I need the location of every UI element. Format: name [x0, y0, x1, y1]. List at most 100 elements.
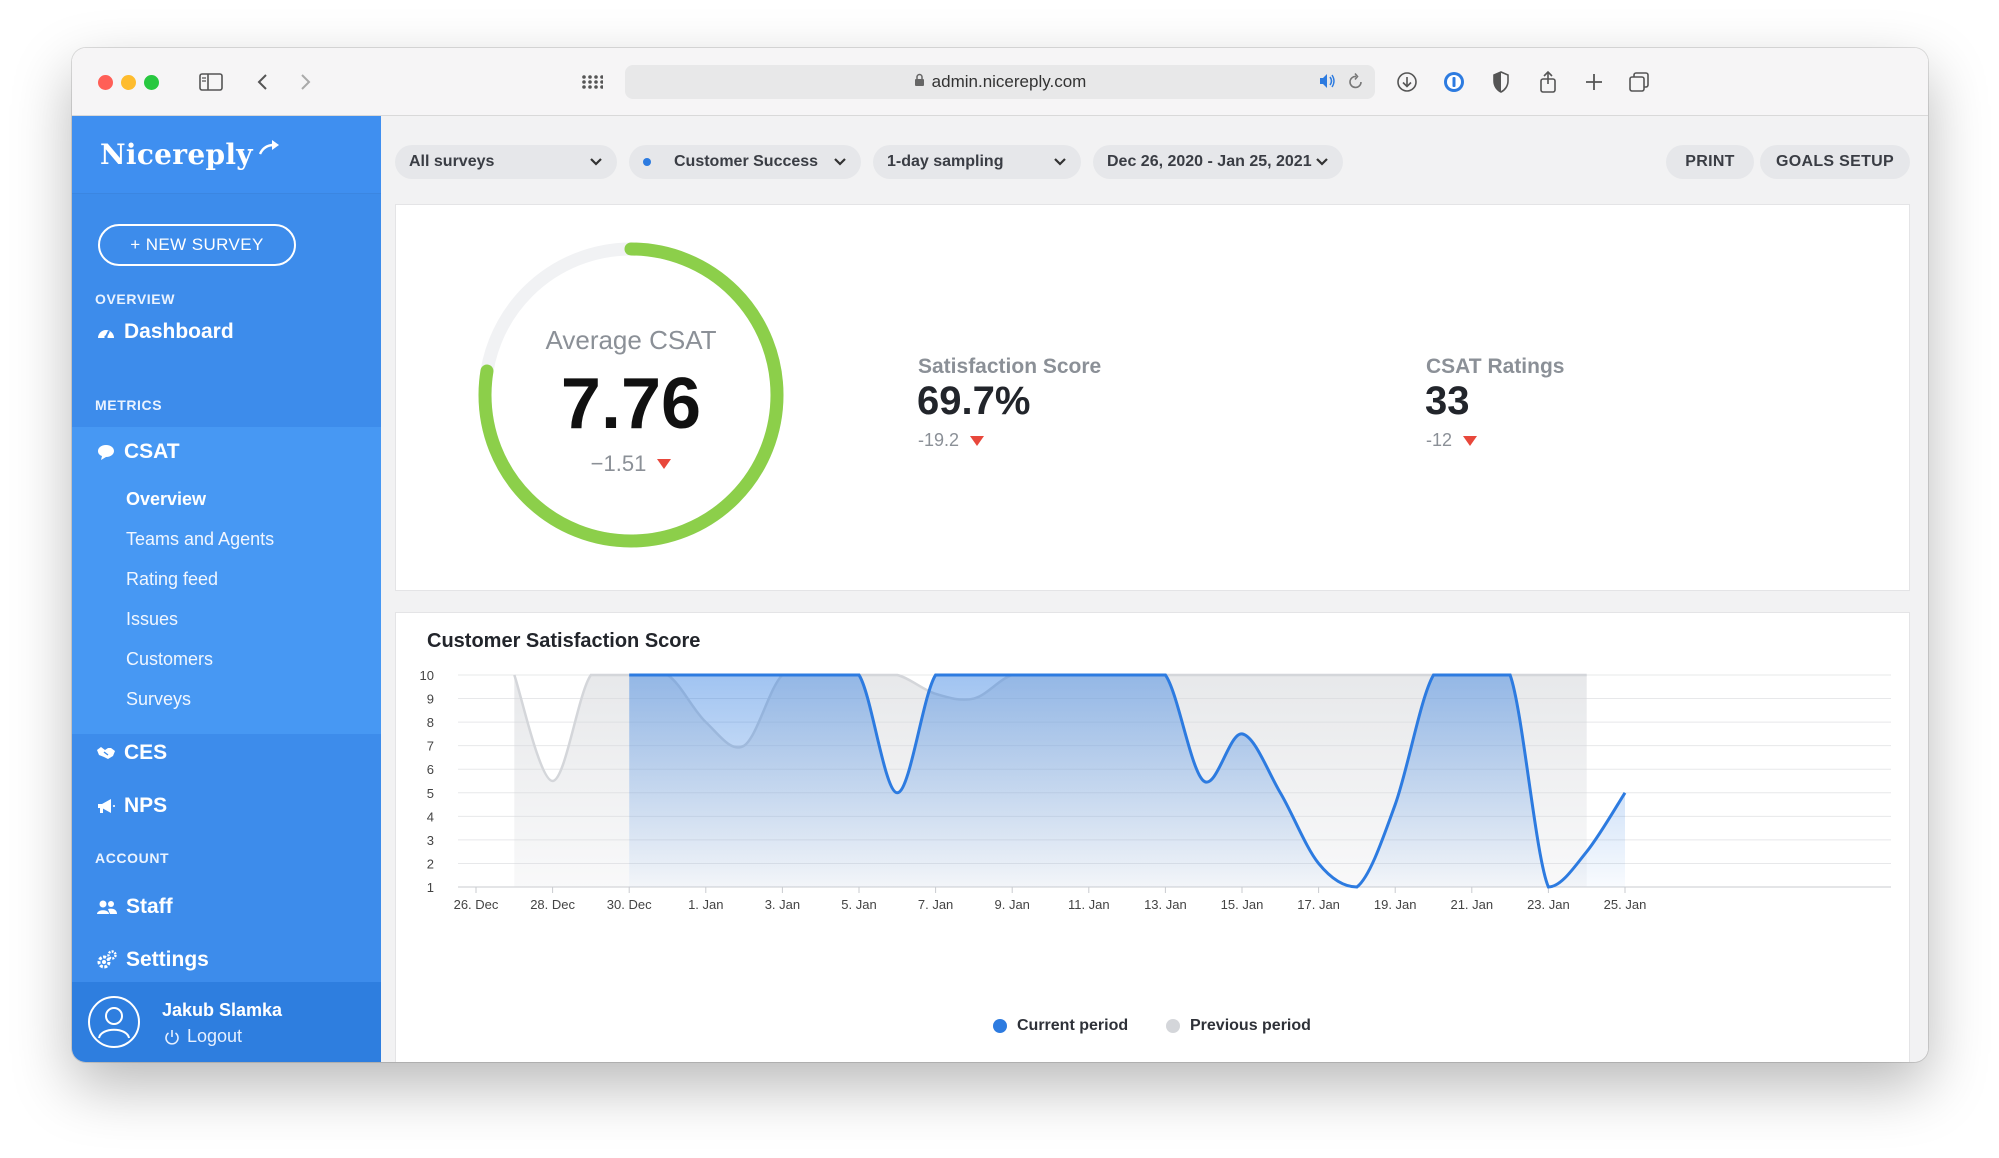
- power-icon: [165, 1029, 179, 1045]
- nav-csat-rating-feed[interactable]: Rating feed: [126, 569, 218, 590]
- y-tick-label: 2: [427, 856, 434, 871]
- speedometer-icon: [98, 330, 114, 339]
- nav-settings[interactable]: Settings: [96, 948, 209, 972]
- csat-ratings-delta: -12: [1426, 430, 1478, 451]
- legend-previous-label: Previous period: [1190, 1017, 1311, 1034]
- address-bar[interactable]: admin.nicereply.com: [625, 65, 1375, 99]
- sidebar: Nicereply + NEW SURVEY OVERVIEW Dashboar…: [72, 116, 381, 1062]
- nav-csat-overview[interactable]: Overview: [126, 489, 206, 510]
- nav-ces[interactable]: CES: [96, 741, 167, 765]
- browser-toolbar: admin.nicereply.com: [72, 48, 1928, 116]
- nav-dashboard[interactable]: Dashboard: [96, 320, 234, 344]
- satisfaction-score-delta: -19.2: [918, 430, 985, 451]
- megaphone-icon: [98, 799, 115, 813]
- nav-csat-teams-agents[interactable]: Teams and Agents: [126, 529, 274, 550]
- speaker-icon[interactable]: [1317, 71, 1337, 96]
- chevron-down-icon: [1316, 158, 1328, 166]
- x-tick-label: 9. Jan: [994, 897, 1029, 912]
- nav-csat-surveys[interactable]: Surveys: [126, 689, 191, 710]
- y-tick-label: 8: [427, 715, 434, 730]
- zoom-window-button[interactable]: [144, 75, 159, 90]
- new-survey-button[interactable]: + NEW SURVEY: [98, 224, 296, 266]
- legend-previous-swatch: [1166, 1019, 1180, 1033]
- x-tick-label: 28. Dec: [530, 897, 575, 912]
- print-button[interactable]: PRINT: [1666, 145, 1754, 179]
- team-dropdown[interactable]: Customer Success: [629, 145, 861, 179]
- y-tick-label: 5: [427, 786, 434, 801]
- logout-link[interactable]: Logout: [164, 1026, 242, 1047]
- browser-window: admin.nicereply.com Nicereply + NEW SURV…: [72, 48, 1928, 1062]
- legend-current-swatch: [993, 1019, 1007, 1033]
- y-tick-label: 7: [427, 739, 434, 754]
- avg-csat-value: 7.76: [560, 364, 702, 444]
- csat-line-chart: 1 2 3 4 5 6 7 8 9 10 26. Dec 28. Dec 30. Dec 1. Jan 3…: [420, 668, 1891, 912]
- shield-icon[interactable]: [1487, 68, 1515, 96]
- goals-setup-button[interactable]: GOALS SETUP: [1760, 145, 1910, 179]
- x-tick-label: 7. Jan: [918, 897, 953, 912]
- y-tick-label: 6: [427, 762, 434, 777]
- current-period-area: [629, 675, 1625, 887]
- team-color-dot: [643, 158, 651, 166]
- back-icon[interactable]: [248, 68, 276, 96]
- grid-apps-icon[interactable]: [578, 68, 606, 96]
- sidebar-toggle-icon[interactable]: [197, 68, 225, 96]
- new-tab-icon[interactable]: [1580, 68, 1608, 96]
- nav-ces-label: CES: [124, 741, 168, 764]
- nav-nps-label: NPS: [124, 794, 168, 817]
- x-tick-label: 15. Jan: [1221, 897, 1264, 912]
- tab-overview-icon[interactable]: [1625, 68, 1653, 96]
- y-tick-label: 4: [427, 809, 434, 824]
- surveys-dropdown[interactable]: All surveys: [395, 145, 617, 179]
- x-tick-label: 13. Jan: [1144, 897, 1187, 912]
- legend-previous[interactable]: Previous period: [1166, 1017, 1311, 1035]
- nav-csat-issues[interactable]: Issues: [126, 609, 178, 630]
- section-overview: OVERVIEW: [95, 291, 176, 307]
- forward-icon[interactable]: [292, 68, 320, 96]
- date-range-dropdown[interactable]: Dec 26, 2020 - Jan 25, 2021: [1093, 145, 1343, 179]
- nav-csat[interactable]: CSAT: [96, 440, 180, 464]
- lock-icon: [914, 72, 925, 92]
- share-icon[interactable]: [1534, 68, 1562, 96]
- down-arrow-icon: [657, 459, 672, 469]
- y-tick-label: 10: [420, 668, 434, 683]
- nav-nps[interactable]: NPS: [96, 794, 167, 818]
- nav-csat-label: CSAT: [124, 440, 180, 463]
- section-account: ACCOUNT: [95, 850, 170, 866]
- x-tick-label: 23. Jan: [1527, 897, 1570, 912]
- users-icon: [97, 900, 117, 914]
- x-tick-label: 1. Jan: [688, 897, 723, 912]
- avatar[interactable]: [88, 996, 140, 1048]
- surveys-dropdown-value: All surveys: [409, 153, 495, 170]
- satisfaction-score-delta-value: -19.2: [918, 430, 960, 450]
- minimize-window-button[interactable]: [121, 75, 136, 90]
- avg-csat-delta: −1.51: [471, 451, 791, 477]
- reload-icon[interactable]: [1347, 71, 1365, 96]
- legend-current[interactable]: Current period: [993, 1017, 1128, 1035]
- download-icon[interactable]: [1393, 68, 1421, 96]
- sampling-dropdown-value: 1-day sampling: [887, 153, 1004, 170]
- x-tick-label: 3. Jan: [765, 897, 800, 912]
- close-window-button[interactable]: [98, 75, 113, 90]
- chevron-down-icon: [834, 158, 846, 166]
- y-tick-label: 1: [427, 880, 434, 895]
- nav-csat-customers[interactable]: Customers: [126, 649, 213, 670]
- team-dropdown-value: Customer Success: [674, 153, 819, 170]
- summary-card: Average CSAT 7.76 −1.51 Satisfaction Sco…: [395, 204, 1910, 591]
- password-manager-icon[interactable]: [1440, 68, 1468, 96]
- brand-logo[interactable]: Nicereply: [72, 116, 381, 194]
- chevron-down-icon: [590, 158, 602, 166]
- logout-label: Logout: [187, 1026, 243, 1046]
- brand-name: Nicereply: [100, 138, 253, 171]
- sampling-dropdown[interactable]: 1-day sampling: [873, 145, 1081, 179]
- x-tick-label: 11. Jan: [1068, 897, 1110, 912]
- chevron-down-icon: [1054, 158, 1066, 166]
- down-arrow-icon: [970, 435, 985, 446]
- satisfaction-score-label: Satisfaction Score: [918, 355, 1102, 378]
- logo-arrow-icon: [258, 130, 280, 163]
- nav-staff[interactable]: Staff: [96, 895, 173, 919]
- avg-csat-delta-value: −1.51: [590, 451, 647, 476]
- csat-ratings-delta-value: -12: [1426, 430, 1453, 450]
- x-tick-label: 19. Jan: [1374, 897, 1417, 912]
- x-tick-label: 26. Dec: [454, 897, 499, 912]
- section-metrics: METRICS: [95, 397, 163, 413]
